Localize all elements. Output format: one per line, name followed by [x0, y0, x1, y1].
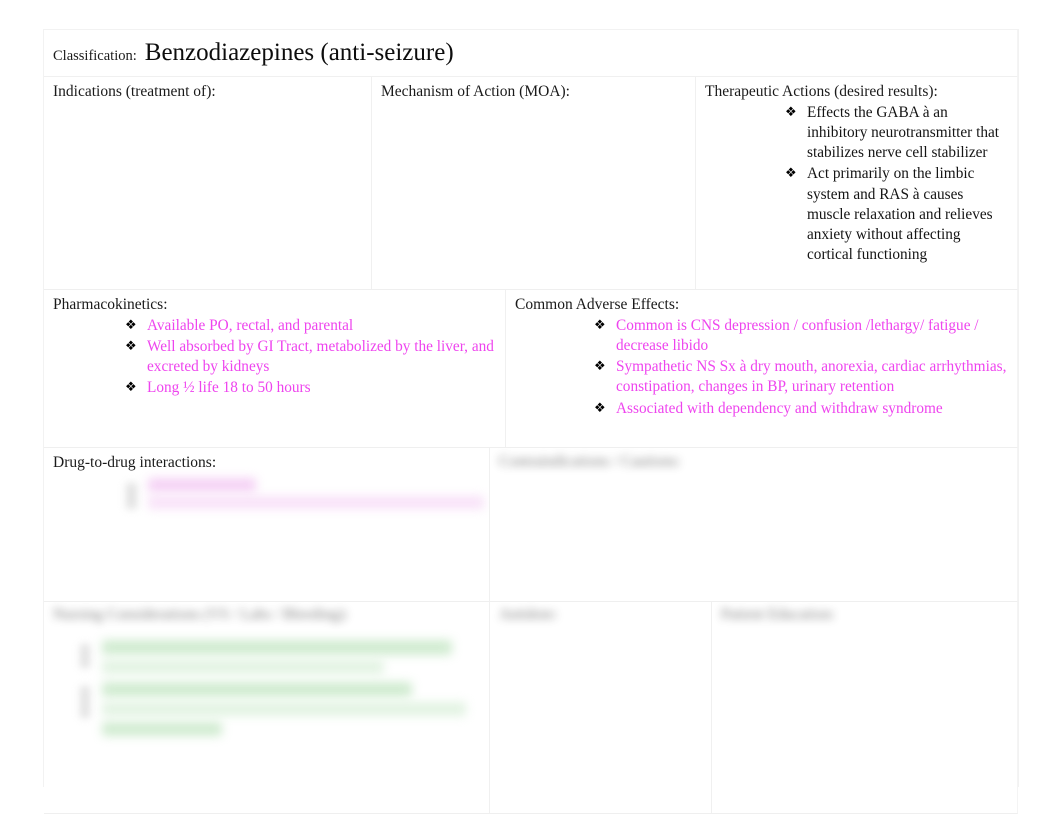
list-item: ❖ Available PO, rectal, and parental — [125, 316, 497, 336]
list-item-text: Effects the GABA à an inhibitory neurotr… — [807, 103, 1000, 162]
diamond-bullet-icon: ❖ — [594, 316, 606, 332]
redacted-text-line — [148, 496, 484, 509]
top-row: Indications (treatment of): Mechanism of… — [44, 77, 1018, 290]
diamond-bullet-icon: ❖ — [125, 338, 137, 353]
list-item: ❖ Common is CNS depression / confusion /… — [594, 316, 1009, 356]
diamond-bullet-icon: ❖ — [594, 399, 606, 415]
diamond-bullet-icon: ❖ — [785, 165, 797, 181]
redacted-text-line — [102, 660, 384, 674]
pharmacokinetics-list: ❖ Available PO, rectal, and parental ❖ W… — [53, 316, 497, 399]
drug-card-table: Classification: Benzodiazepines (anti-se… — [44, 30, 1018, 814]
redacted-text-line — [102, 640, 452, 655]
pharmacokinetics-heading: Pharmacokinetics: — [53, 296, 168, 313]
list-item: ❖ Act primarily on the limbic system and… — [785, 164, 1009, 265]
list-item-text: Well absorbed by GI Tract, metabolized b… — [147, 338, 494, 376]
therapeutic-actions-heading: Therapeutic Actions (desired results): — [705, 83, 938, 100]
redacted-heading: Nursing Considerations (VS / Labs / Blee… — [53, 606, 349, 623]
indications-heading: Indications (treatment of): — [53, 83, 216, 100]
list-item-text: Associated with dependency and withdraw … — [616, 399, 943, 417]
antidote-cell[interactable]: Antidote: — [490, 602, 712, 814]
redacted-bullet-icon — [80, 644, 90, 668]
diamond-bullet-icon: ❖ — [125, 316, 137, 332]
adverse-effects-list: ❖ Common is CNS depression / confusion /… — [515, 316, 1009, 419]
list-item: ❖ Sympathetic NS Sx à dry mouth, anorexi… — [594, 357, 1009, 397]
classification-cell: Classification: Benzodiazepines (anti-se… — [44, 30, 1018, 77]
diamond-bullet-icon: ❖ — [594, 358, 606, 374]
list-item: ❖ Effects the GABA à an inhibitory neuro… — [785, 103, 1009, 164]
list-item: ❖ Well absorbed by GI Tract, metabolized… — [125, 337, 497, 377]
drug-interactions-cell[interactable]: Drug-to-drug interactions: — [44, 448, 490, 602]
redacted-text-line — [102, 702, 466, 716]
contraindications-cell[interactable]: Contraindications / Cautions: — [490, 448, 1018, 602]
redacted-bullet-icon — [80, 686, 90, 718]
bottom-row: Nursing Considerations (VS / Labs / Blee… — [44, 602, 1018, 814]
redacted-heading: Antidote: — [499, 606, 558, 623]
redacted-text-line — [102, 682, 412, 697]
classification-row: Classification: Benzodiazepines (anti-se… — [44, 30, 1018, 77]
redacted-text-line — [102, 722, 222, 736]
adverse-effects-heading: Common Adverse Effects: — [515, 296, 680, 313]
interactions-row: Drug-to-drug interactions: Contraindicat… — [44, 448, 1018, 602]
redacted-text-line — [148, 478, 256, 492]
list-item-text: Long ½ life 18 to 50 hours — [147, 379, 311, 397]
middle-row: Pharmacokinetics: ❖ Available PO, rectal… — [44, 290, 1018, 448]
indications-cell[interactable]: Indications (treatment of): — [44, 77, 372, 290]
redacted-bullet-icon — [126, 483, 137, 509]
list-item-text: Sympathetic NS Sx à dry mouth, anorexia,… — [616, 358, 1007, 396]
nursing-considerations-cell[interactable]: Nursing Considerations (VS / Labs / Blee… — [44, 602, 490, 814]
classification-value: Benzodiazepines (anti-seizure) — [144, 39, 454, 66]
pharmacokinetics-cell[interactable]: Pharmacokinetics: ❖ Available PO, rectal… — [44, 290, 506, 448]
classification-label: Classification: — [53, 48, 137, 64]
redacted-heading: Contraindications / Cautions: — [499, 453, 681, 470]
therapeutic-actions-cell[interactable]: Therapeutic Actions (desired results): ❖… — [696, 77, 1018, 290]
drug-interactions-heading: Drug-to-drug interactions: — [53, 454, 217, 471]
list-item: ❖ Associated with dependency and withdra… — [594, 399, 1009, 419]
list-item-text: Common is CNS depression / confusion /le… — [616, 316, 979, 354]
list-item-text: Act primarily on the limbic system and R… — [807, 165, 993, 264]
list-item-text: Available PO, rectal, and parental — [147, 316, 354, 334]
patient-education-cell[interactable]: Patient Education: — [712, 602, 1018, 814]
diamond-bullet-icon: ❖ — [785, 103, 797, 119]
diamond-bullet-icon: ❖ — [125, 379, 137, 395]
list-item: ❖ Long ½ life 18 to 50 hours — [125, 378, 497, 398]
therapeutic-actions-list: ❖ Effects the GABA à an inhibitory neuro… — [705, 103, 1009, 266]
worksheet-page: Classification: Benzodiazepines (anti-se… — [0, 0, 1062, 822]
redacted-heading: Patient Education: — [721, 606, 836, 623]
moa-cell[interactable]: Mechanism of Action (MOA): — [372, 77, 696, 290]
moa-heading: Mechanism of Action (MOA): — [381, 83, 570, 100]
adverse-effects-cell[interactable]: Common Adverse Effects: ❖ Common is CNS … — [506, 290, 1018, 448]
